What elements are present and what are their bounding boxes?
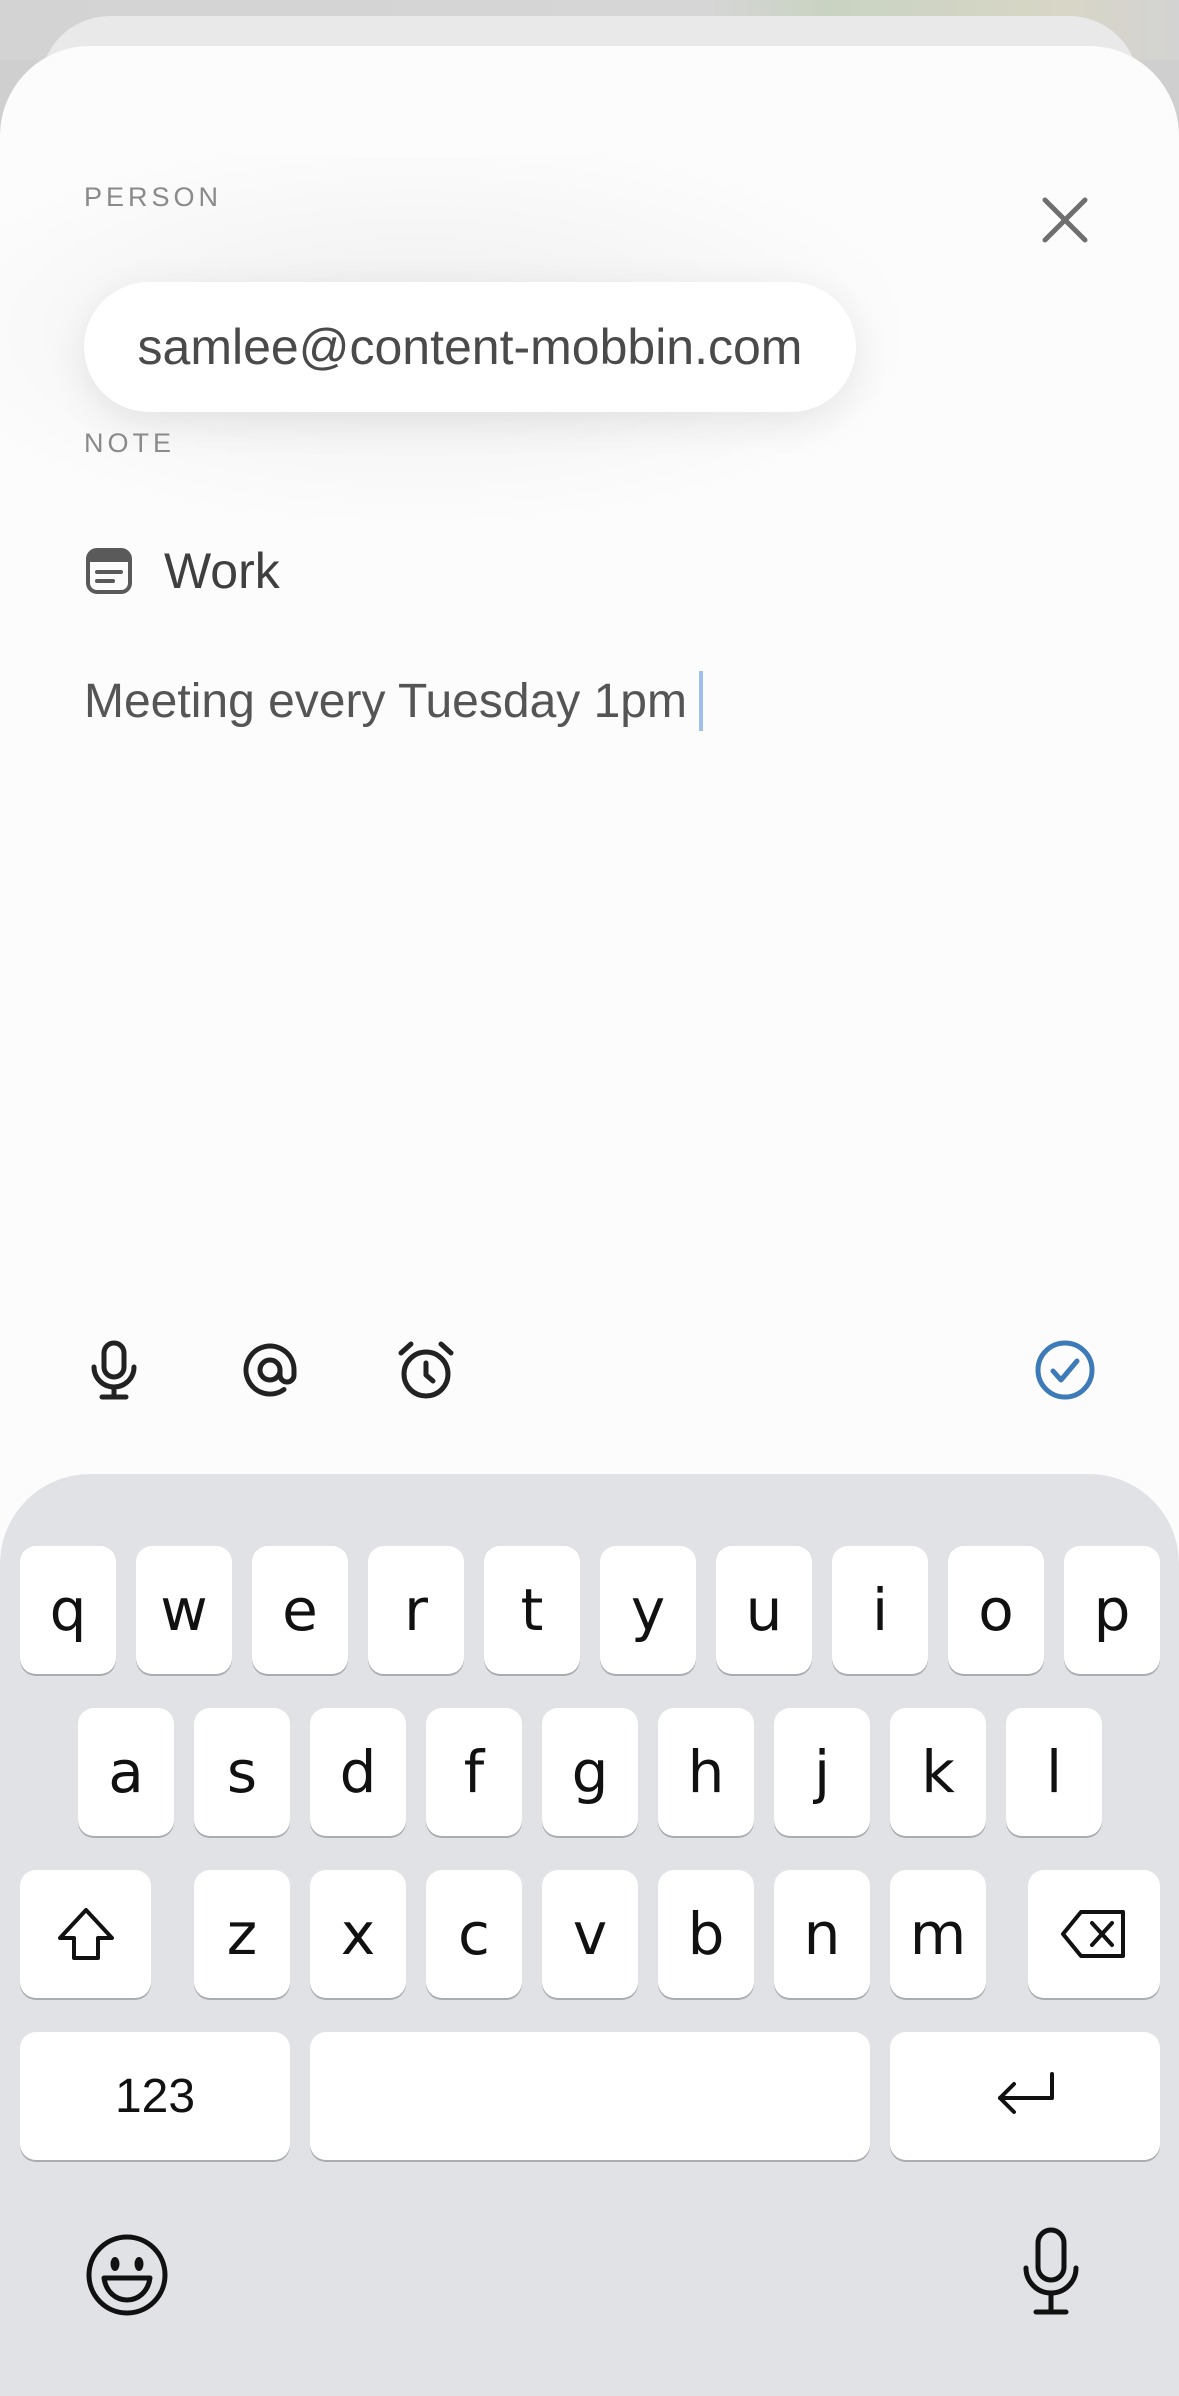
key-z[interactable]: z: [194, 1870, 290, 1998]
note-body-text: Meeting every Tuesday 1pm: [84, 674, 687, 728]
text-caret: [698, 671, 703, 731]
key-g[interactable]: g: [542, 1708, 638, 1836]
person-chip[interactable]: samlee@content-mobbin.com: [84, 282, 856, 412]
note-title: Work: [164, 543, 280, 599]
keyboard: q w e r t y u i o p a s d f g h j k l z …: [0, 1474, 1179, 2396]
return-icon: [998, 2072, 1054, 2114]
close-icon[interactable]: [1035, 190, 1095, 250]
note-title-row[interactable]: Work: [84, 541, 280, 601]
key-j[interactable]: j: [774, 1708, 870, 1836]
key-v[interactable]: v: [542, 1870, 638, 1998]
note-section-label: NOTE: [84, 428, 176, 458]
key-r[interactable]: r: [368, 1546, 464, 1674]
key-q[interactable]: q: [20, 1546, 116, 1674]
key-h[interactable]: h: [658, 1708, 754, 1836]
key-m[interactable]: m: [890, 1870, 986, 1998]
delete-key[interactable]: [1028, 1870, 1160, 1998]
alarm-clock-icon[interactable]: [393, 1337, 459, 1403]
checkmark-circle-icon[interactable]: [1032, 1337, 1098, 1403]
at-sign-icon[interactable]: [237, 1337, 303, 1403]
key-u[interactable]: u: [716, 1546, 812, 1674]
key-f[interactable]: f: [426, 1708, 522, 1836]
key-w[interactable]: w: [136, 1546, 232, 1674]
key-o[interactable]: o: [948, 1546, 1044, 1674]
backspace-icon: [1061, 1910, 1125, 1958]
person-section-label: PERSON: [84, 182, 223, 212]
key-x[interactable]: x: [310, 1870, 406, 1998]
key-d[interactable]: d: [310, 1708, 406, 1836]
key-y[interactable]: y: [600, 1546, 696, 1674]
dictation-microphone-icon[interactable]: [1018, 2226, 1084, 2318]
emoji-icon[interactable]: [84, 2232, 170, 2318]
key-p[interactable]: p: [1064, 1546, 1160, 1674]
key-k[interactable]: k: [890, 1708, 986, 1836]
key-n[interactable]: n: [774, 1870, 870, 1998]
key-a[interactable]: a: [78, 1708, 174, 1836]
microphone-icon[interactable]: [81, 1337, 147, 1403]
note-body-field[interactable]: Meeting every Tuesday 1pm: [84, 671, 703, 731]
numbers-key[interactable]: 123: [20, 2032, 290, 2160]
space-key[interactable]: [310, 2032, 870, 2160]
key-c[interactable]: c: [426, 1870, 522, 1998]
key-t[interactable]: t: [484, 1546, 580, 1674]
person-email: samlee@content-mobbin.com: [137, 319, 803, 375]
key-s[interactable]: s: [194, 1708, 290, 1836]
key-l[interactable]: l: [1006, 1708, 1102, 1836]
shift-key[interactable]: [20, 1870, 151, 1998]
return-key[interactable]: [890, 2032, 1160, 2160]
shift-icon: [57, 1908, 114, 1960]
key-i[interactable]: i: [832, 1546, 928, 1674]
key-e[interactable]: e: [252, 1546, 348, 1674]
key-b[interactable]: b: [658, 1870, 754, 1998]
note-icon: [86, 548, 132, 594]
